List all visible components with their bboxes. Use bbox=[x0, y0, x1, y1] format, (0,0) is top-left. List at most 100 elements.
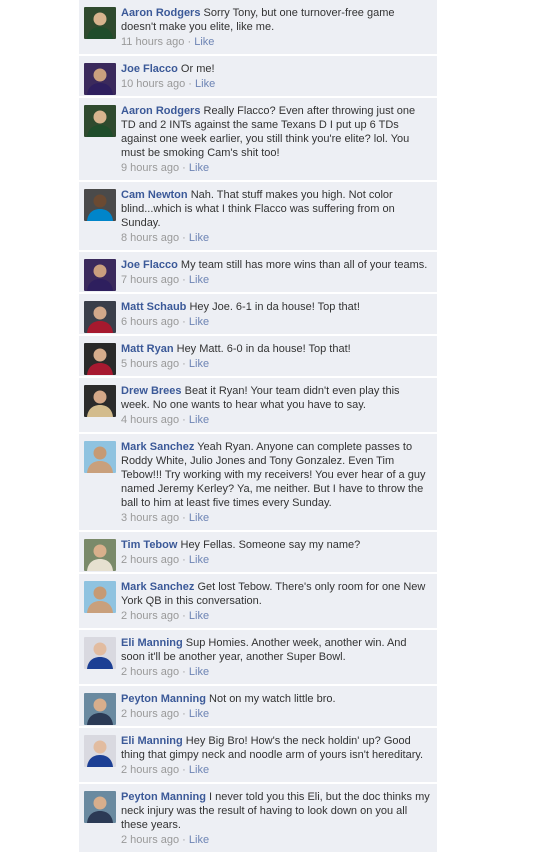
avatar[interactable] bbox=[84, 539, 116, 571]
comment-author-link[interactable]: Joe Flacco bbox=[121, 259, 178, 271]
comment-timestamp[interactable]: 9 hours ago bbox=[121, 162, 179, 174]
avatar[interactable] bbox=[84, 7, 116, 39]
meta-separator: · bbox=[182, 764, 189, 776]
comment-11: Eli Manning Sup Homies. Another week, an… bbox=[79, 630, 437, 686]
like-link[interactable]: Like bbox=[189, 708, 209, 720]
like-link[interactable]: Like bbox=[189, 414, 209, 426]
comment-meta: 2 hours ago · Like bbox=[121, 833, 431, 847]
comment-14: Peyton Manning I never told you this Eli… bbox=[79, 784, 437, 854]
comment-timestamp[interactable]: 2 hours ago bbox=[121, 610, 179, 622]
like-link[interactable]: Like bbox=[189, 554, 209, 566]
comment-timestamp[interactable]: 4 hours ago bbox=[121, 414, 179, 426]
meta-separator: · bbox=[182, 610, 189, 622]
like-link[interactable]: Like bbox=[189, 316, 209, 328]
comment-text: My team still has more wins than all of … bbox=[180, 259, 428, 271]
like-link[interactable]: Like bbox=[189, 764, 209, 776]
meta-separator: · bbox=[182, 274, 189, 286]
comment-author-link[interactable]: Eli Manning bbox=[121, 637, 183, 649]
comment-timestamp[interactable]: 10 hours ago bbox=[121, 78, 185, 90]
comment-timestamp[interactable]: 11 hours ago bbox=[121, 36, 184, 48]
comment-text: Or me! bbox=[180, 63, 215, 75]
comment-meta: 10 hours ago · Like bbox=[121, 77, 431, 91]
comment-content: Matt Ryan Hey Matt. 6-0 in da house! Top… bbox=[121, 342, 431, 371]
comment-author-link[interactable]: Aaron Rodgers bbox=[121, 7, 200, 19]
avatar-photo bbox=[84, 693, 116, 725]
comment-author-link[interactable]: Joe Flacco bbox=[121, 63, 178, 75]
comment-timestamp[interactable]: 8 hours ago bbox=[121, 232, 179, 244]
comment-meta: 6 hours ago · Like bbox=[121, 315, 431, 329]
meta-separator: · bbox=[182, 316, 189, 328]
comment-author-link[interactable]: Eli Manning bbox=[121, 735, 183, 747]
avatar-photo bbox=[84, 581, 116, 613]
avatar-photo bbox=[84, 301, 116, 333]
avatar[interactable] bbox=[84, 105, 116, 137]
like-link[interactable]: Like bbox=[189, 834, 209, 846]
like-link[interactable]: Like bbox=[194, 36, 214, 48]
avatar[interactable] bbox=[84, 63, 116, 95]
comment-timestamp[interactable]: 2 hours ago bbox=[121, 666, 179, 678]
comment-content: Tim Tebow Hey Fellas. Someone say my nam… bbox=[121, 538, 431, 567]
like-link[interactable]: Like bbox=[189, 274, 209, 286]
comment-text: Hey Fellas. Someone say my name? bbox=[180, 539, 361, 551]
comment-author-link[interactable]: Matt Ryan bbox=[121, 343, 174, 355]
comment-12: Peyton Manning Not on my watch little br… bbox=[79, 686, 437, 728]
comment-timestamp[interactable]: 2 hours ago bbox=[121, 554, 179, 566]
meta-separator: · bbox=[182, 554, 189, 566]
avatar-photo bbox=[84, 189, 116, 221]
avatar[interactable] bbox=[84, 343, 116, 375]
meta-separator: · bbox=[182, 358, 189, 370]
comment-10: Mark Sanchez Get lost Tebow. There's onl… bbox=[79, 574, 437, 630]
comment-content: Drew Brees Beat it Ryan! Your team didn'… bbox=[121, 384, 431, 427]
comment-meta: 5 hours ago · Like bbox=[121, 357, 431, 371]
comment-timestamp[interactable]: 2 hours ago bbox=[121, 708, 179, 720]
meta-separator: · bbox=[182, 414, 189, 426]
comment-meta: 2 hours ago · Like bbox=[121, 665, 431, 679]
comment-timestamp[interactable]: 2 hours ago bbox=[121, 834, 179, 846]
comment-timestamp[interactable]: 3 hours ago bbox=[121, 512, 179, 524]
meta-separator: · bbox=[182, 162, 189, 174]
like-link[interactable]: Like bbox=[189, 666, 209, 678]
comment-timestamp[interactable]: 5 hours ago bbox=[121, 358, 179, 370]
comment-7: Drew Brees Beat it Ryan! Your team didn'… bbox=[79, 378, 437, 434]
comment-timestamp[interactable]: 2 hours ago bbox=[121, 764, 179, 776]
comment-author-link[interactable]: Cam Newton bbox=[121, 189, 188, 201]
like-link[interactable]: Like bbox=[189, 232, 209, 244]
avatar-photo bbox=[84, 735, 116, 767]
comment-feed: Aaron Rodgers Sorry Tony, but one turnov… bbox=[79, 0, 437, 854]
avatar[interactable] bbox=[84, 637, 116, 669]
comment-author-link[interactable]: Tim Tebow bbox=[121, 539, 177, 551]
comment-content: Joe Flacco My team still has more wins t… bbox=[121, 258, 431, 287]
comment-text: Hey Joe. 6-1 in da house! Top that! bbox=[189, 301, 360, 313]
comment-timestamp[interactable]: 6 hours ago bbox=[121, 316, 179, 328]
avatar[interactable] bbox=[84, 791, 116, 823]
meta-separator: · bbox=[182, 512, 189, 524]
avatar-photo bbox=[84, 343, 116, 375]
comment-8: Mark Sanchez Yeah Ryan. Anyone can compl… bbox=[79, 434, 437, 532]
avatar[interactable] bbox=[84, 385, 116, 417]
like-link[interactable]: Like bbox=[189, 610, 209, 622]
comment-author-link[interactable]: Mark Sanchez bbox=[121, 441, 194, 453]
comment-content: Cam Newton Nah. That stuff makes you hig… bbox=[121, 188, 431, 245]
avatar[interactable] bbox=[84, 301, 116, 333]
comment-author-link[interactable]: Mark Sanchez bbox=[121, 581, 194, 593]
like-link[interactable]: Like bbox=[189, 358, 209, 370]
comment-content: Mark Sanchez Yeah Ryan. Anyone can compl… bbox=[121, 440, 431, 525]
comment-author-link[interactable]: Matt Schaub bbox=[121, 301, 186, 313]
avatar[interactable] bbox=[84, 693, 116, 725]
comment-5: Matt Schaub Hey Joe. 6-1 in da house! To… bbox=[79, 294, 437, 336]
like-link[interactable]: Like bbox=[189, 512, 209, 524]
comment-author-link[interactable]: Aaron Rodgers bbox=[121, 105, 200, 117]
comment-author-link[interactable]: Drew Brees bbox=[121, 385, 182, 397]
avatar[interactable] bbox=[84, 441, 116, 473]
like-link[interactable]: Like bbox=[189, 162, 209, 174]
comment-meta: 4 hours ago · Like bbox=[121, 413, 431, 427]
comment-author-link[interactable]: Peyton Manning bbox=[121, 693, 206, 705]
avatar[interactable] bbox=[84, 735, 116, 767]
avatar[interactable] bbox=[84, 189, 116, 221]
comment-author-link[interactable]: Peyton Manning bbox=[121, 791, 206, 803]
like-link[interactable]: Like bbox=[195, 78, 215, 90]
avatar[interactable] bbox=[84, 581, 116, 613]
comment-content: Mark Sanchez Get lost Tebow. There's onl… bbox=[121, 580, 431, 623]
comment-timestamp[interactable]: 7 hours ago bbox=[121, 274, 179, 286]
avatar[interactable] bbox=[84, 259, 116, 291]
